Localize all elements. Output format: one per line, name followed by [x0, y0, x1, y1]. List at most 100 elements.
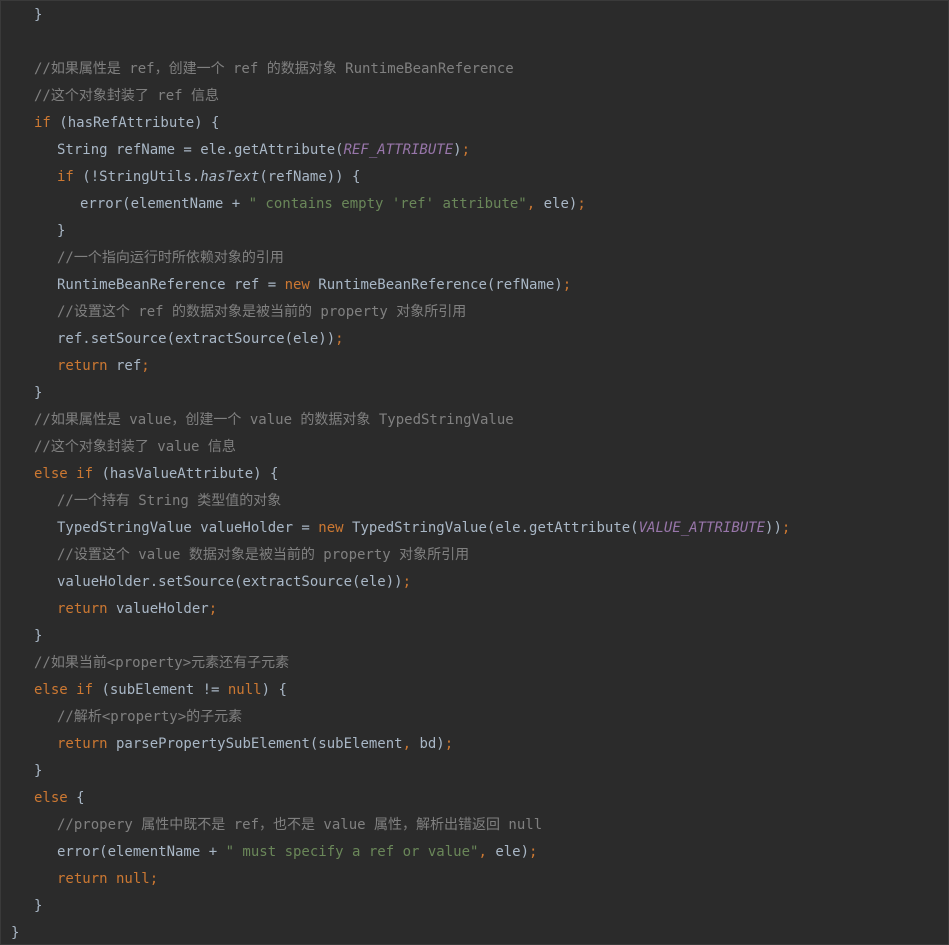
- code-line: if (hasRefAttribute) {: [34, 110, 219, 137]
- code-token: valueHolder.setSource(extractSource(ele)…: [57, 574, 403, 590]
- code-line: //一个持有 String 类型值的对象: [57, 488, 281, 515]
- code-token: }: [57, 223, 66, 239]
- code-line: return null;: [57, 866, 158, 893]
- code-token: ,: [526, 196, 544, 212]
- code-token: return: [57, 736, 108, 752]
- code-line: //解析<property>的子元素: [57, 704, 242, 731]
- code-token: ;: [444, 736, 454, 752]
- code-token: //这个对象封装了 ref 信息: [34, 88, 220, 104]
- code-token: null: [227, 682, 262, 698]
- code-token: hasText: [200, 169, 260, 185]
- code-token: " contains empty 'ref' attribute": [248, 196, 527, 212]
- code-token: //解析<property>的子元素: [57, 709, 243, 725]
- code-line: else if (subElement != null) {: [34, 677, 287, 704]
- code-token: //如果属性是 value，创建一个 value 的数据对象 TypedStri…: [34, 412, 514, 428]
- code-line: }: [34, 758, 42, 785]
- code-token: }: [34, 763, 43, 779]
- code-line: }: [34, 893, 42, 920]
- code-line: else if (hasValueAttribute) {: [34, 461, 278, 488]
- code-token: }: [34, 7, 43, 23]
- code-token: (hasValueAttribute) {: [93, 466, 279, 482]
- code-line: valueHolder.setSource(extractSource(ele)…: [57, 569, 411, 596]
- code-token: ;: [208, 601, 218, 617]
- code-token: (subElement !=: [93, 682, 228, 698]
- code-line: else {: [34, 785, 85, 812]
- code-token: if: [34, 115, 51, 131]
- code-token: ref: [107, 358, 142, 374]
- code-line: }: [34, 2, 42, 29]
- code-token: }: [34, 898, 43, 914]
- code-line: return ref;: [57, 353, 150, 380]
- code-token: ele): [543, 196, 578, 212]
- code-token: //如果当前<property>元素还有子元素: [34, 655, 290, 671]
- code-line: error(elementName + " must specify a ref…: [57, 839, 537, 866]
- code-token: parsePropertySubElement(subElement: [107, 736, 403, 752]
- code-line: //如果当前<property>元素还有子元素: [34, 650, 289, 677]
- code-line: //一个指向运行时所依赖对象的引用: [57, 245, 284, 272]
- code-token: )): [765, 520, 782, 536]
- code-token: //一个指向运行时所依赖对象的引用: [57, 250, 284, 266]
- code-token: ;: [402, 574, 412, 590]
- code-token: String refName = ele.getAttribute(: [57, 142, 344, 158]
- code-token: if: [57, 169, 74, 185]
- code-token: ;: [781, 520, 791, 536]
- code-token: else: [34, 790, 68, 806]
- code-token: //设置这个 ref 的数据对象是被当前的 property 对象所引用: [57, 304, 467, 320]
- code-token: //这个对象封装了 value 信息: [34, 439, 236, 455]
- code-line: //propery 属性中既不是 ref，也不是 value 属性，解析出错返回…: [57, 812, 542, 839]
- code-line: ref.setSource(extractSource(ele));: [57, 326, 344, 353]
- code-token: ;: [562, 277, 572, 293]
- code-line: String refName = ele.getAttribute(REF_AT…: [57, 137, 470, 164]
- code-line: }: [34, 380, 42, 407]
- code-token: (refName)) {: [259, 169, 361, 185]
- code-line: //如果属性是 value，创建一个 value 的数据对象 TypedStri…: [34, 407, 514, 434]
- code-token: TypedStringValue valueHolder =: [57, 520, 319, 536]
- code-token: error(elementName +: [80, 196, 249, 212]
- code-line: //这个对象封装了 value 信息: [34, 434, 236, 461]
- code-line: if (!StringUtils.hasText(refName)) {: [57, 164, 360, 191]
- code-token: //如果属性是 ref，创建一个 ref 的数据对象 RuntimeBeanRe…: [34, 61, 514, 77]
- code-token: REF_ATTRIBUTE: [343, 142, 454, 158]
- code-token: (!StringUtils.: [73, 169, 201, 185]
- code-token: " must specify a ref or value": [225, 844, 479, 860]
- code-token: }: [34, 385, 43, 401]
- code-line: }: [57, 218, 65, 245]
- code-editor[interactable]: } //如果属性是 ref，创建一个 ref 的数据对象 RuntimeBeanR…: [0, 0, 949, 945]
- code-token: else if: [34, 682, 94, 698]
- code-token: ) {: [261, 682, 287, 698]
- code-token: else if: [34, 466, 94, 482]
- code-line: }: [34, 623, 42, 650]
- code-token: return null: [57, 871, 150, 887]
- code-token: }: [34, 628, 43, 644]
- code-token: ;: [335, 331, 344, 347]
- code-token: valueHolder: [107, 601, 209, 617]
- code-token: return: [57, 601, 108, 617]
- code-token: ;: [529, 844, 538, 860]
- code-line: }: [11, 920, 19, 944]
- code-token: error(elementName +: [57, 844, 226, 860]
- code-token: ): [453, 142, 462, 158]
- code-line: return valueHolder;: [57, 596, 217, 623]
- code-token: bd): [419, 736, 445, 752]
- code-token: RuntimeBeanReference ref =: [57, 277, 285, 293]
- code-line: return parsePropertySubElement(subElemen…: [57, 731, 453, 758]
- code-token: //一个持有 String 类型值的对象: [57, 493, 282, 509]
- code-token: ;: [577, 196, 586, 212]
- code-token: ;: [461, 142, 471, 158]
- code-token: TypedStringValue(ele.getAttribute(: [343, 520, 639, 536]
- code-line: //如果属性是 ref，创建一个 ref 的数据对象 RuntimeBeanRe…: [34, 56, 514, 83]
- code-token: (hasRefAttribute) {: [50, 115, 220, 131]
- code-token: new: [318, 520, 344, 536]
- code-token: //propery 属性中既不是 ref，也不是 value 属性，解析出错返回…: [57, 817, 543, 833]
- code-line: error(elementName + " contains empty 're…: [80, 191, 586, 218]
- code-token: return: [57, 358, 108, 374]
- code-token: ;: [141, 358, 150, 374]
- code-token: //设置这个 value 数据对象是被当前的 property 对象所引用: [57, 547, 470, 563]
- code-line: //设置这个 ref 的数据对象是被当前的 property 对象所引用: [57, 299, 466, 326]
- code-token: ,: [402, 736, 420, 752]
- code-line: RuntimeBeanReference ref = new RuntimeBe…: [57, 272, 571, 299]
- code-line: //设置这个 value 数据对象是被当前的 property 对象所引用: [57, 542, 469, 569]
- code-token: {: [67, 790, 85, 806]
- code-token: VALUE_ATTRIBUTE: [638, 520, 766, 536]
- code-line: TypedStringValue valueHolder = new Typed…: [57, 515, 790, 542]
